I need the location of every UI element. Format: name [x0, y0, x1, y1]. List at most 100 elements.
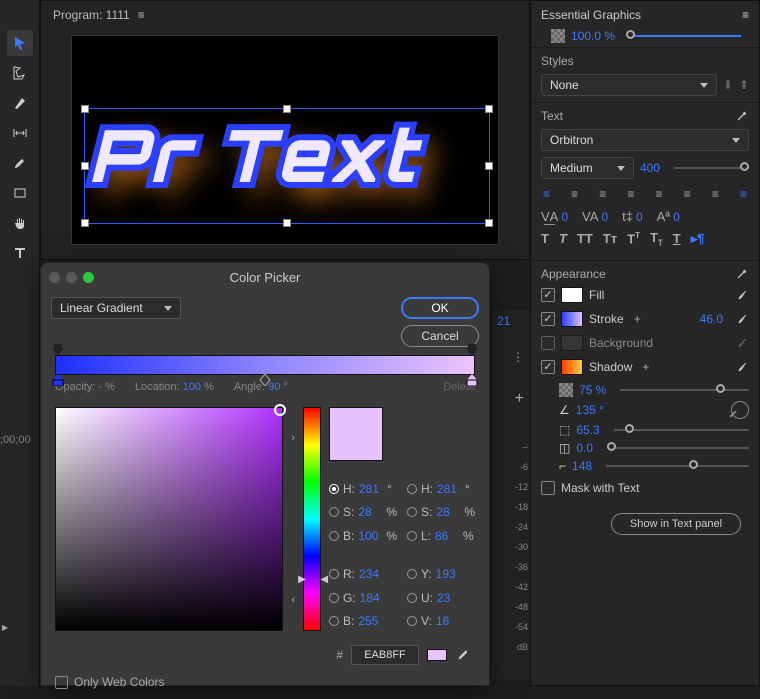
leading-icon[interactable]: t‡	[622, 209, 633, 224]
y-radio[interactable]	[407, 569, 417, 579]
underline-icon[interactable]: T	[673, 231, 681, 246]
type-tool[interactable]	[7, 240, 33, 266]
eyedropper-icon[interactable]	[735, 360, 749, 374]
spacing-tool[interactable]	[7, 120, 33, 146]
allcaps-icon[interactable]: TT	[577, 231, 593, 246]
align-justify-left-icon[interactable]: ≡	[656, 187, 663, 201]
shadow-blur-slider[interactable]	[606, 465, 749, 467]
hue-expand-icon[interactable]: ‹	[291, 594, 295, 606]
align-full-icon[interactable]: ≡	[740, 187, 747, 201]
subscript-icon[interactable]: TT	[650, 230, 663, 248]
g-radio[interactable]	[329, 593, 339, 603]
color-field[interactable]	[55, 407, 283, 631]
align-left-icon[interactable]: ≡	[543, 187, 550, 201]
v-radio[interactable]	[407, 616, 417, 626]
stroke-width[interactable]: 46.0	[700, 312, 723, 326]
gradient-location[interactable]: 100	[183, 381, 201, 393]
layer-opacity[interactable]: 100.0 %	[571, 29, 615, 43]
direct-select-tool[interactable]	[7, 60, 33, 86]
wrench-icon[interactable]	[735, 109, 749, 123]
r-radio[interactable]	[329, 569, 339, 579]
align-justify-icon[interactable]: ≡	[627, 187, 634, 201]
smallcaps-icon[interactable]: Tᴛ	[603, 231, 617, 246]
stroke-swatch[interactable]	[561, 311, 583, 327]
background-checkbox[interactable]	[541, 336, 555, 350]
style-down-icon[interactable]: ⬇	[723, 78, 733, 92]
wrench-icon[interactable]	[735, 267, 749, 281]
u-radio[interactable]	[407, 593, 417, 603]
ok-button[interactable]: OK	[401, 297, 479, 319]
pen-tool[interactable]	[7, 90, 33, 116]
gradient-arrow-left[interactable]	[52, 344, 64, 356]
gradient-stop-left[interactable]	[52, 374, 64, 386]
mask-with-text-checkbox[interactable]	[541, 481, 555, 495]
gradient-stop-right[interactable]	[466, 374, 478, 386]
h-radio[interactable]	[329, 484, 339, 494]
hand-tool[interactable]	[7, 210, 33, 236]
panel-menu-icon[interactable]: ≡	[138, 8, 145, 22]
eyedropper-icon[interactable]	[735, 312, 749, 326]
add-stroke-icon[interactable]: +	[634, 312, 641, 326]
shadow-distance[interactable]: 65.3	[576, 423, 599, 437]
style-up-icon[interactable]: ⬆	[739, 78, 749, 92]
align-right-icon[interactable]: ≡	[599, 187, 606, 201]
h-value[interactable]: 281	[359, 482, 383, 496]
angle-dial[interactable]	[731, 401, 749, 419]
hue-strip[interactable]: ▶◀	[303, 407, 321, 631]
eyedropper-icon[interactable]	[735, 288, 749, 302]
bb-radio[interactable]	[329, 616, 339, 626]
h2-radio[interactable]	[407, 484, 417, 494]
font-select[interactable]: Orbitron	[541, 129, 749, 151]
font-size-slider[interactable]	[674, 167, 749, 169]
background-swatch[interactable]	[561, 335, 583, 351]
align-justify-center-icon[interactable]: ≡	[684, 187, 691, 201]
b-radio[interactable]	[329, 531, 339, 541]
add-icon[interactable]: +	[515, 390, 524, 408]
eyedropper-icon[interactable]	[455, 648, 469, 662]
font-size[interactable]: 400	[640, 161, 660, 175]
shadow-swatch[interactable]	[561, 359, 583, 375]
s2-radio[interactable]	[407, 507, 417, 517]
shadow-size[interactable]: 0.0	[576, 441, 593, 455]
play-icon[interactable]: ▸	[2, 620, 8, 634]
shadow-blur[interactable]: 148	[572, 459, 592, 473]
italic-icon[interactable]: T	[559, 231, 567, 246]
show-in-text-panel-button[interactable]: Show in Text panel	[611, 513, 741, 535]
l-radio[interactable]	[407, 531, 417, 541]
color-picker-titlebar[interactable]: Color Picker	[41, 263, 489, 291]
bold-icon[interactable]: T	[541, 231, 549, 246]
only-web-colors-checkbox[interactable]	[55, 676, 68, 689]
hue-collapse-icon[interactable]: ›	[291, 432, 295, 444]
program-monitor[interactable]: Pr Text Pr Text Pr Text	[71, 35, 499, 245]
gradient-bar[interactable]	[55, 355, 475, 375]
tab-icon[interactable]: ▸¶	[691, 231, 705, 247]
shadow-size-slider[interactable]	[607, 447, 749, 449]
shadow-distance-slider[interactable]	[614, 429, 749, 431]
kerning-icon[interactable]: V͟A	[541, 209, 558, 224]
shadow-checkbox[interactable]	[541, 360, 555, 374]
tracking-icon[interactable]: VA	[582, 209, 598, 224]
add-shadow-icon[interactable]: +	[642, 360, 649, 374]
panel-menu-icon[interactable]: ≡	[742, 8, 749, 22]
shadow-opacity[interactable]: 75 %	[579, 383, 606, 397]
shadow-angle[interactable]: 135 °	[576, 403, 604, 417]
baseline-icon[interactable]: Aª	[657, 209, 670, 224]
s-radio[interactable]	[329, 507, 339, 517]
gradient-midpoint[interactable]	[259, 374, 271, 386]
brush-tool[interactable]	[7, 150, 33, 176]
shadow-opacity-slider[interactable]	[620, 389, 749, 391]
rectangle-tool[interactable]	[7, 180, 33, 206]
color-field-marker[interactable]	[274, 404, 286, 416]
style-select[interactable]: None	[541, 74, 717, 96]
gradient-arrow-right[interactable]	[466, 344, 478, 356]
selection-tool[interactable]	[7, 30, 33, 56]
fill-checkbox[interactable]	[541, 288, 555, 302]
fill-swatch[interactable]	[561, 287, 583, 303]
hex-input[interactable]	[351, 645, 419, 665]
gradient-type-select[interactable]: Linear Gradient	[51, 297, 181, 319]
kebab-icon[interactable]: ⋮	[512, 350, 524, 364]
stroke-checkbox[interactable]	[541, 312, 555, 326]
eyedropper-icon[interactable]	[735, 336, 749, 350]
align-center-icon[interactable]: ≡	[571, 187, 578, 201]
text-selection-box[interactable]	[84, 108, 490, 224]
